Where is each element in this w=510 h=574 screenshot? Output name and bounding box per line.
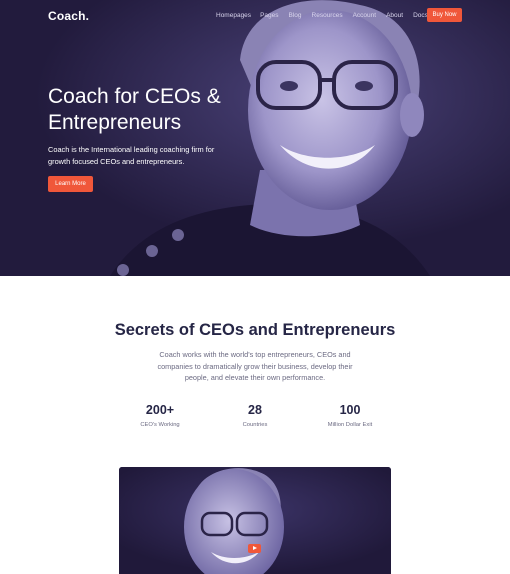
hero-section: Coach. Homepages Pages Blog Resources Ac… [0, 0, 510, 276]
section-title: Secrets of CEOs and Entrepreneurs [114, 321, 396, 339]
nav-link-blog[interactable]: Blog [289, 12, 302, 19]
nav-link-homepages[interactable]: Homepages [216, 12, 251, 19]
stat-label: CEO's Working [140, 422, 180, 428]
buy-now-button[interactable]: Buy Now [427, 8, 462, 22]
stat-label: Million Dollar Exit [327, 422, 373, 428]
stat-value: 28 [248, 403, 262, 417]
play-icon[interactable] [248, 544, 261, 553]
nav-link-account[interactable]: Account [353, 12, 377, 19]
stat-value: 100 [339, 403, 361, 417]
brand-logo[interactable]: Coach. [48, 9, 89, 23]
nav-link-docs[interactable]: Docs [413, 12, 428, 19]
top-navbar: Coach. Homepages Pages Blog Resources Ac… [0, 0, 510, 30]
stat-countries: 28 Countries [200, 403, 310, 428]
hero-subtitle: Coach is the International leading coach… [48, 145, 215, 166]
hero-title: Coach for CEOs & Entrepreneurs [48, 85, 221, 134]
video-card[interactable] [119, 467, 391, 574]
stat-exits: 100 Million Dollar Exit [295, 403, 405, 428]
nav-links: Homepages Pages Blog Resources Account A… [216, 12, 438, 19]
stat-label: Countries [242, 422, 268, 428]
nav-link-about[interactable]: About [386, 12, 403, 19]
hero-portrait-image [0, 0, 510, 276]
nav-link-pages[interactable]: Pages [260, 12, 278, 19]
nav-link-resources[interactable]: Resources [312, 12, 343, 19]
stat-ceos: 200+ CEO's Working [105, 403, 215, 428]
video-thumbnail-image [119, 467, 391, 574]
learn-more-button[interactable]: Learn More [48, 176, 93, 192]
stat-value: 200+ [145, 403, 175, 417]
section-description: Coach works with the world's top entrepr… [157, 350, 353, 382]
